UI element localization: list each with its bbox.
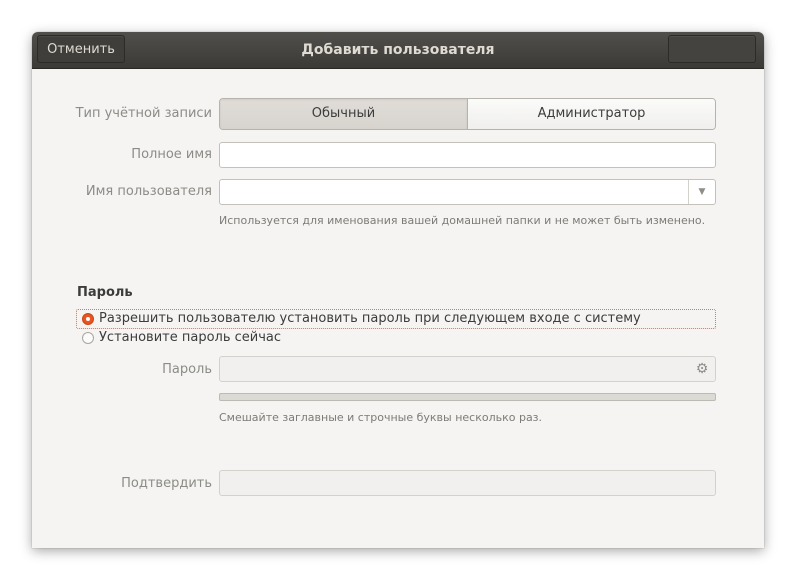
add-button[interactable] <box>668 35 756 63</box>
username-hint: Используется для именования вашей домашн… <box>219 214 706 227</box>
cancel-button[interactable]: Отменить <box>37 35 125 63</box>
username-combo[interactable]: ▼ <box>219 179 716 205</box>
radio-unchecked-icon[interactable] <box>82 332 94 344</box>
password-section-title: Пароль <box>77 285 133 300</box>
password-label: Пароль <box>162 362 212 377</box>
account-type-label: Тип учётной записи <box>75 106 212 121</box>
confirm-password-field[interactable] <box>219 470 716 496</box>
radio-set-password-now-label: Установите пароль сейчас <box>99 330 282 345</box>
confirm-label: Подтвердить <box>121 476 212 491</box>
add-user-dialog: Добавить пользователя Отменить Тип учётн… <box>32 32 764 548</box>
account-type-switcher: Обычный Администратор <box>219 98 716 130</box>
radio-set-password-later-label: Разрешить пользователю установить пароль… <box>99 311 641 326</box>
gear-icon[interactable]: ⚙ <box>693 360 711 378</box>
password-strength-bar <box>219 393 716 401</box>
account-type-admin-button[interactable]: Администратор <box>468 99 715 129</box>
full-name-field[interactable] <box>219 142 716 168</box>
titlebar: Добавить пользователя Отменить <box>32 32 764 69</box>
full-name-label: Полное имя <box>131 147 212 162</box>
username-label: Имя пользователя <box>85 184 212 199</box>
account-type-standard-button[interactable]: Обычный <box>220 99 468 129</box>
dialog-title: Добавить пользователя <box>301 42 495 58</box>
password-field[interactable]: ⚙ <box>219 356 716 382</box>
radio-set-password-later[interactable]: Разрешить пользователю установить пароль… <box>76 309 716 329</box>
chevron-down-icon[interactable]: ▼ <box>688 180 715 204</box>
password-hint: Смешайте заглавные и строчные буквы неск… <box>219 411 543 424</box>
radio-checked-icon[interactable] <box>82 313 94 325</box>
